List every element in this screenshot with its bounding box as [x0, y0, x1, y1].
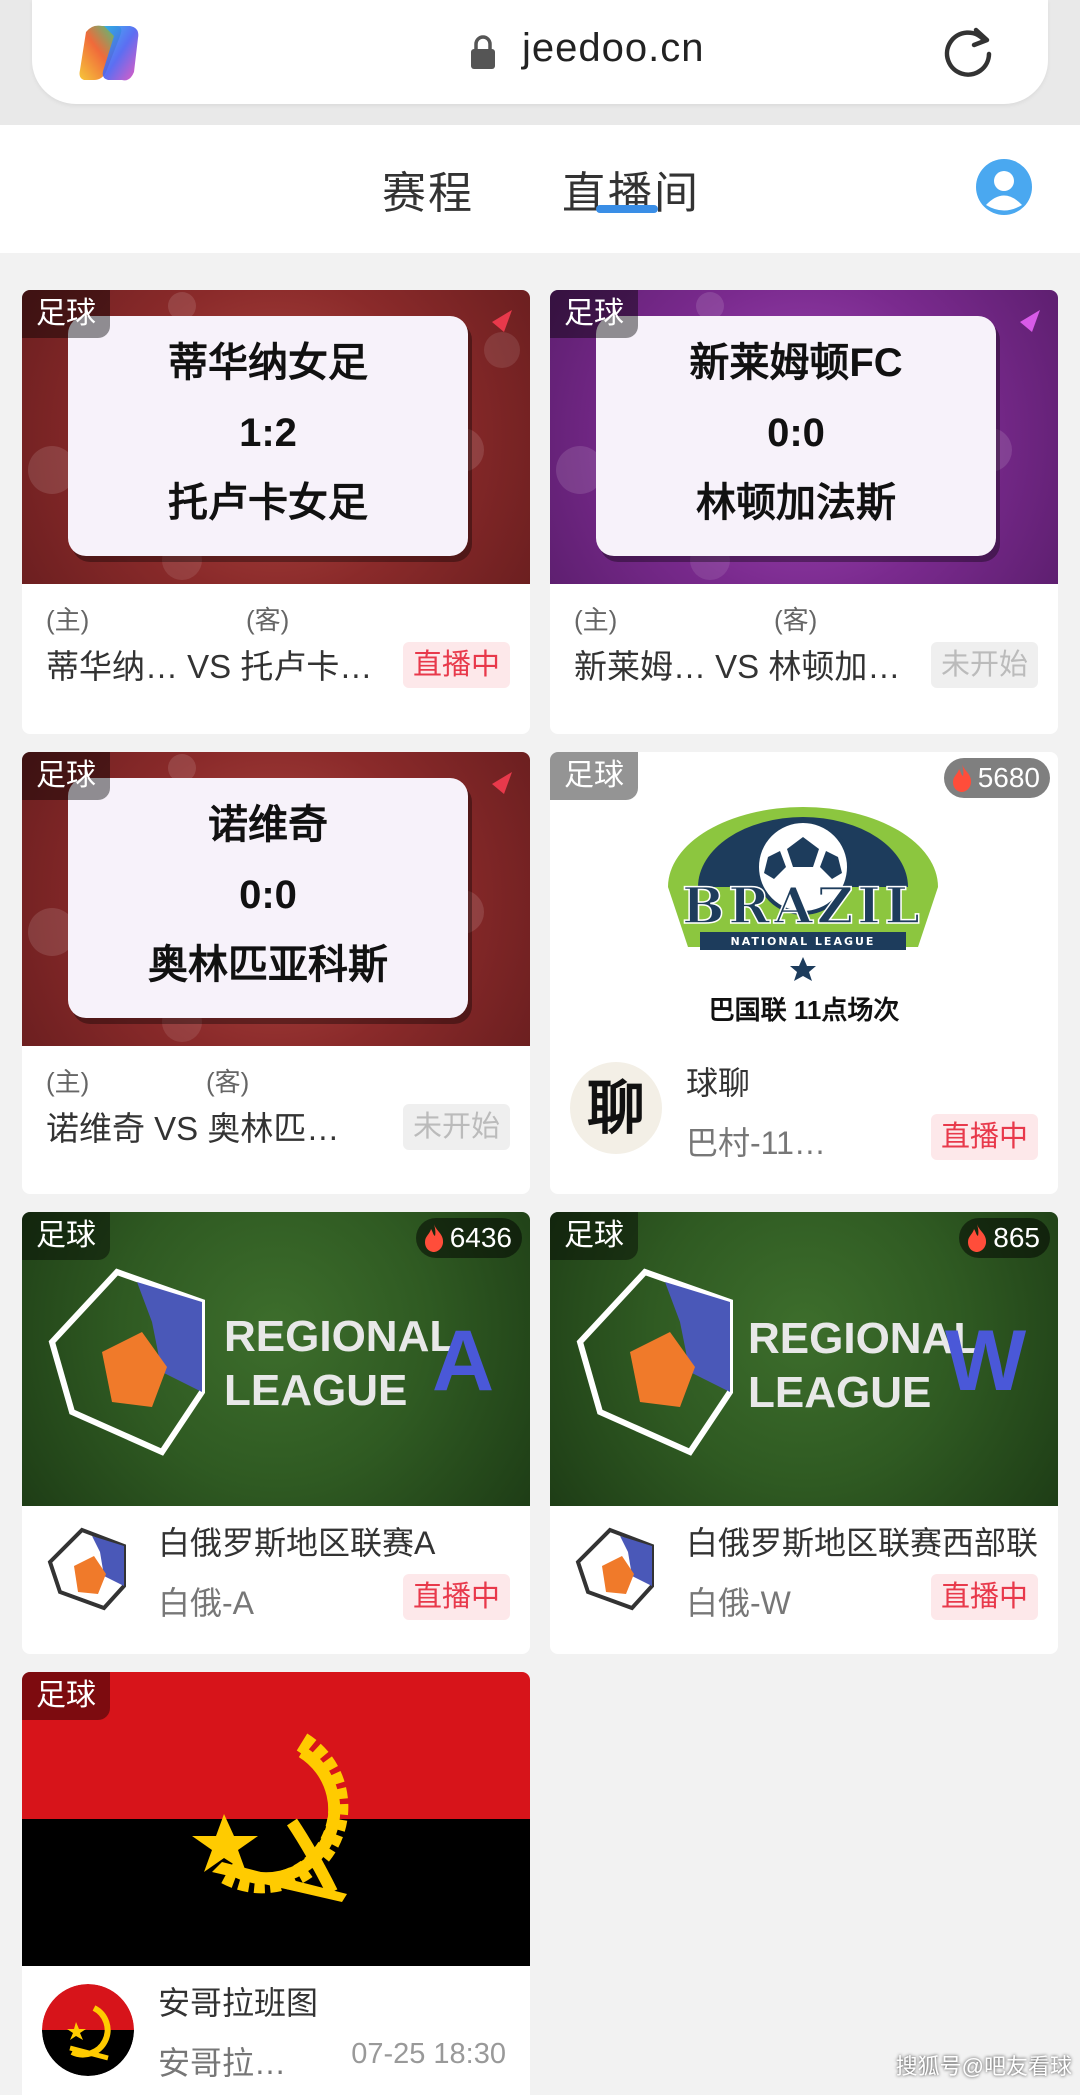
match-card[interactable]: 足球 诺维奇 0:0 奥林匹亚科斯 (主) (客) 诺维奇 VS 奥林匹… 未开…	[22, 752, 530, 1194]
away-label: (客)	[246, 605, 290, 635]
score: 0:0	[767, 411, 825, 455]
sport-tag: 足球	[22, 752, 110, 800]
league-letter: A	[432, 1313, 495, 1409]
match-thumbnail: 足球 诺维奇 0:0 奥林匹亚科斯	[22, 752, 530, 1046]
league-logo-line2: LEAGUE	[748, 1368, 932, 1417]
score: 1:2	[239, 411, 297, 455]
channel-subtitle: 白俄-A	[158, 1585, 255, 1621]
match-thumbnail: 足球 新莱姆顿FC 0:0 林顿加法斯	[550, 290, 1058, 584]
away-team-name: 托卢卡女足	[168, 481, 368, 525]
league-logo-line1: REGIONAL	[224, 1312, 457, 1361]
sport-tag: 足球	[22, 1672, 110, 1720]
copilot-icon[interactable]	[76, 22, 144, 84]
brazil-league-logo: BRAZIL NATIONAL LEAGUE	[668, 807, 938, 981]
fire-icon	[424, 1224, 443, 1252]
stream-card[interactable]: 足球 6436 REGIONAL LEAGUE A 白俄罗斯地区联赛A 白俄-A…	[22, 1212, 530, 1654]
viewer-count: 5680	[943, 758, 1050, 798]
brazil-logo-text: BRAZIL	[682, 876, 924, 935]
channel-subtitle: 巴村-11…	[686, 1125, 826, 1161]
match-card[interactable]: 足球 蒂华纳女足 1:2 托卢卡女足 (主) (客) 蒂华纳… VS 托卢卡… …	[22, 290, 530, 734]
league-letter: W	[945, 1313, 1027, 1409]
sport-tag: 足球	[550, 290, 638, 338]
score: 0:0	[239, 873, 297, 917]
user-avatar-icon[interactable]	[975, 158, 1033, 216]
channel-avatar: 聊	[570, 1062, 662, 1154]
status-badge: 直播中	[930, 1574, 1038, 1620]
home-label: (主)	[46, 1067, 90, 1097]
viewer-count: 6436	[415, 1218, 522, 1258]
status-badge: 未开始	[402, 1104, 510, 1150]
viewer-count: 865	[959, 1218, 1050, 1258]
channel-title: 白俄罗斯地区联赛西部联	[686, 1525, 1039, 1561]
status-badge: 直播中	[402, 1574, 510, 1620]
active-tab-indicator	[596, 205, 658, 213]
status-badge: 未开始	[930, 642, 1038, 688]
home-team-name: 诺维奇	[208, 803, 328, 847]
match-card[interactable]: 足球 新莱姆顿FC 0:0 林顿加法斯 (主) (客) 新莱姆… VS 林顿加……	[550, 290, 1058, 734]
away-label: (客)	[206, 1067, 250, 1097]
top-nav: 赛程 直播间	[0, 125, 1080, 253]
channel-avatar	[42, 1522, 134, 1614]
stream-thumbnail: 足球	[22, 1672, 530, 1966]
channel-avatar	[42, 1984, 134, 2076]
league-logo-line2: LEAGUE	[224, 1366, 408, 1415]
regional-league-logo	[576, 1268, 733, 1456]
stream-card[interactable]: 足球 865 REGIONAL LEAGUE W 白俄罗斯地区联赛西部联 白俄-…	[550, 1212, 1058, 1654]
channel-avatar-glyph: 聊	[586, 1074, 645, 1142]
match-title: 新莱姆… VS 林顿加…	[574, 648, 901, 685]
match-thumbnail: 足球 蒂华纳女足 1:2 托卢卡女足	[22, 290, 530, 584]
stream-thumbnail: 足球 5680 BRAZIL NATIONAL LEAGUE 巴国联 11点场次	[550, 752, 1058, 1046]
channel-subtitle: 白俄-W	[686, 1585, 791, 1621]
channel-subtitle: 安哥拉…	[158, 2045, 287, 2081]
viewer-count-text: 865	[993, 1222, 1040, 1253]
channel-avatar	[570, 1522, 662, 1614]
address-bar[interactable]: jeedoo.cn	[32, 0, 1048, 104]
lock-icon	[471, 35, 495, 69]
url-text[interactable]: jeedoo.cn	[522, 26, 704, 71]
match-title: 蒂华纳… VS 托卢卡…	[46, 648, 373, 685]
away-label: (客)	[774, 605, 818, 635]
watermark: 搜狐号@吧友看球	[895, 2054, 1072, 2079]
home-label: (主)	[574, 605, 618, 635]
brazil-logo-subtitle: NATIONAL LEAGUE	[731, 935, 876, 948]
match-title: 诺维奇 VS 奥林匹…	[46, 1110, 340, 1147]
sport-tag: 足球	[550, 1212, 638, 1260]
scoreboard: 诺维奇 0:0 奥林匹亚科斯	[68, 778, 468, 1018]
viewer-count-text: 6436	[449, 1222, 512, 1253]
sport-tag: 足球	[550, 752, 638, 800]
scoreboard: 蒂华纳女足 1:2 托卢卡女足	[68, 316, 468, 556]
status-badge: 直播中	[930, 1114, 1038, 1160]
angola-emblem	[192, 1733, 349, 1902]
home-label: (主)	[46, 605, 90, 635]
fire-icon	[952, 764, 971, 792]
sport-tag: 足球	[22, 1212, 110, 1260]
status-badge: 直播中	[402, 642, 510, 688]
stream-card[interactable]: 足球 安哥拉班图 安哥拉… 07-25 18:30	[22, 1672, 530, 2095]
stream-thumbnail: 足球 6436 REGIONAL LEAGUE A	[22, 1212, 530, 1506]
away-team-name: 林顿加法斯	[696, 481, 896, 525]
channel-title: 球聊	[686, 1065, 751, 1101]
reload-icon[interactable]	[940, 24, 996, 80]
viewer-count-text: 5680	[977, 762, 1040, 793]
tab-schedule[interactable]: 赛程	[382, 157, 474, 221]
start-time: 07-25 18:30	[351, 2038, 506, 2070]
home-team-name: 新莱姆顿FC	[689, 341, 903, 385]
regional-league-logo	[48, 1268, 205, 1456]
home-team-name: 蒂华纳女足	[168, 341, 368, 385]
scoreboard: 新莱姆顿FC 0:0 林顿加法斯	[596, 316, 996, 556]
away-team-name: 奥林匹亚科斯	[148, 943, 388, 987]
sport-tag: 足球	[22, 290, 110, 338]
browser-frame: jeedoo.cn	[0, 0, 1080, 125]
stream-thumbnail: 足球 865 REGIONAL LEAGUE W	[550, 1212, 1058, 1506]
fire-icon	[968, 1224, 987, 1252]
channel-title: 白俄罗斯地区联赛A	[158, 1525, 436, 1561]
stream-caption: 巴国联 11点场次	[708, 995, 900, 1025]
channel-title: 安哥拉班图	[158, 1985, 319, 2021]
stream-card[interactable]: 足球 5680 BRAZIL NATIONAL LEAGUE 巴国联 11点场次…	[550, 752, 1058, 1194]
